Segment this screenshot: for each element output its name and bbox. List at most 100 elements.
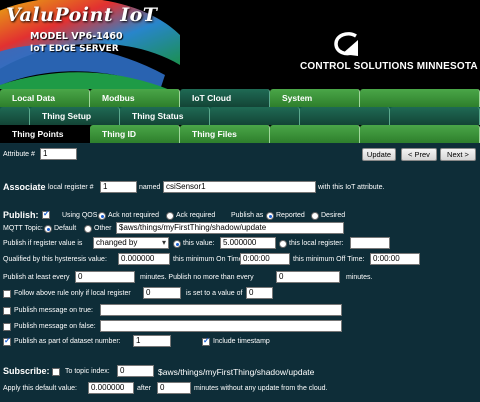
mqtt-topic-label: MQTT Topic: (3, 225, 43, 232)
after-suffix-label: minutes without any update from the clou… (194, 385, 328, 392)
this-local-register-radio[interactable] (279, 240, 287, 248)
this-local-register-input[interactable] (350, 237, 390, 249)
min-on-time-input[interactable]: 0:00:00 (240, 253, 290, 265)
after-label: after (137, 385, 152, 392)
on-true-input[interactable] (100, 304, 342, 316)
tab-label: Thing Points (12, 129, 64, 139)
mqtt-topic-input[interactable]: $aws/things/myFirstThing/shadow/update (116, 222, 344, 234)
tab-label: IoT Cloud (192, 93, 232, 103)
ack-not-required-label: Ack not required (108, 212, 159, 219)
tab-label: Thing ID (102, 129, 136, 139)
publish-no-more-input[interactable]: 0 (276, 271, 340, 283)
brand-title: ValuPoint IoT (6, 4, 158, 26)
associate-suffix: with this IoT attribute. (318, 184, 385, 191)
this-value-input[interactable]: 5.000000 (220, 237, 276, 249)
named-label: named (139, 184, 161, 191)
min-on-time-label: this minimum On Time: (173, 256, 245, 263)
on-false-checkbox[interactable] (3, 323, 11, 331)
subscribe-checkbox[interactable] (52, 368, 60, 376)
no-more-than-label: minutes. Publish no more than every (140, 274, 254, 281)
tab-local-data[interactable]: Local Data (0, 89, 90, 107)
dataset-label: Publish as part of dataset number: (14, 338, 121, 345)
brand-subtitle: IoT EDGE SERVER (30, 44, 119, 54)
publish-at-least-label: Publish at least every (3, 274, 70, 281)
this-value-label: this value: (183, 240, 215, 247)
ack-not-required-radio[interactable] (98, 212, 106, 220)
follow-rule-checkbox[interactable] (3, 290, 11, 298)
reported-radio[interactable] (266, 212, 274, 220)
tab-label: System (282, 93, 313, 103)
tab-empty (360, 125, 480, 143)
tab-empty (360, 89, 480, 107)
nav-row-iot: Thing Setup Thing Status (0, 107, 480, 125)
tab-thing-status[interactable]: Thing Status (120, 107, 210, 125)
hysteresis-label: Qualified by this hysteresis value: (3, 256, 107, 263)
follow-value-label: is set to a value of (186, 290, 243, 297)
default-topic-label: Default (54, 225, 77, 232)
subscribe-topic-text: $aws/things/myFirstThing/shadow/update (158, 367, 315, 377)
follow-value-input[interactable]: 0 (246, 287, 273, 299)
nav-row-main: Local Data Modbus IoT Cloud System (0, 89, 480, 107)
ack-required-radio[interactable] (166, 212, 174, 220)
min-off-time-label: this minimum Off Time: (293, 256, 365, 263)
attribute-label: Attribute # (3, 151, 35, 158)
desired-label: Desired (321, 212, 346, 219)
apply-default-input[interactable]: 0.000000 (88, 382, 134, 394)
minutes-label: minutes. (346, 274, 373, 281)
associate-title: Associate (3, 182, 46, 192)
include-timestamp-checkbox[interactable] (202, 336, 210, 346)
other-topic-label: Other (94, 225, 112, 232)
this-local-register-label: this local register: (289, 240, 344, 247)
condition-select[interactable]: changed by (93, 237, 169, 249)
publish-as-label: Publish as (231, 212, 264, 219)
reported-label: Reported (276, 212, 305, 219)
default-topic-radio[interactable] (44, 225, 52, 233)
tab-thing-setup[interactable]: Thing Setup (30, 107, 120, 125)
tab-iot-cloud[interactable]: IoT Cloud (180, 89, 270, 107)
prev-button[interactable]: < Prev (401, 148, 437, 161)
tab-empty (210, 107, 300, 125)
tab-thing-points[interactable]: Thing Points (0, 125, 90, 143)
on-true-checkbox[interactable] (3, 307, 11, 315)
tab-spacer (0, 107, 30, 125)
min-off-time-input[interactable]: 0:00:00 (370, 253, 420, 265)
follow-rule-label: Follow above rule only if local register (14, 290, 131, 297)
other-topic-radio[interactable] (84, 225, 92, 233)
publish-checkbox[interactable] (42, 209, 50, 219)
attribute-name-input[interactable]: csiSensor1 (163, 181, 316, 193)
apply-default-label: Apply this default value: (3, 385, 77, 392)
tab-system[interactable]: System (270, 89, 360, 107)
company-name: CONTROL SOLUTIONS MINNESOTA (300, 61, 478, 72)
subscribe-title: Subscribe: (3, 366, 50, 376)
on-true-label: Publish message on true: (14, 307, 93, 314)
tab-label: Local Data (12, 93, 55, 103)
hysteresis-input[interactable]: 0.000000 (118, 253, 170, 265)
next-button[interactable]: Next > (440, 148, 476, 161)
this-value-radio[interactable] (173, 240, 181, 248)
thing-points-form: Attribute # 1 Update < Prev Next > Assoc… (0, 144, 480, 402)
tab-label: Thing Setup (42, 111, 92, 121)
tab-modbus[interactable]: Modbus (90, 89, 180, 107)
follow-register-input[interactable]: 0 (143, 287, 181, 299)
tab-empty (270, 125, 360, 143)
update-button[interactable]: Update (362, 148, 396, 161)
tab-label: Thing Files (192, 129, 237, 139)
local-register-label: local register # (48, 184, 94, 191)
dataset-number-input[interactable]: 1 (133, 335, 171, 347)
tab-label: Modbus (102, 93, 135, 103)
publish-at-least-input[interactable]: 0 (75, 271, 135, 283)
local-register-input[interactable]: 1 (100, 181, 137, 193)
tab-thing-id[interactable]: Thing ID (90, 125, 180, 143)
topic-index-input[interactable]: 0 (117, 365, 154, 377)
tab-thing-files[interactable]: Thing Files (180, 125, 270, 143)
ack-required-label: Ack required (176, 212, 216, 219)
after-minutes-input[interactable]: 0 (157, 382, 191, 394)
on-false-input[interactable] (100, 320, 342, 332)
tab-label: Thing Status (132, 111, 184, 121)
nav-row-thing: Thing Points Thing ID Thing Files (0, 125, 480, 143)
include-timestamp-label: Include timestamp (213, 338, 270, 345)
attribute-number-input[interactable]: 1 (40, 148, 77, 160)
dataset-checkbox[interactable] (3, 336, 11, 346)
publish-if-label: Publish if register value is (3, 240, 83, 247)
desired-radio[interactable] (311, 212, 319, 220)
